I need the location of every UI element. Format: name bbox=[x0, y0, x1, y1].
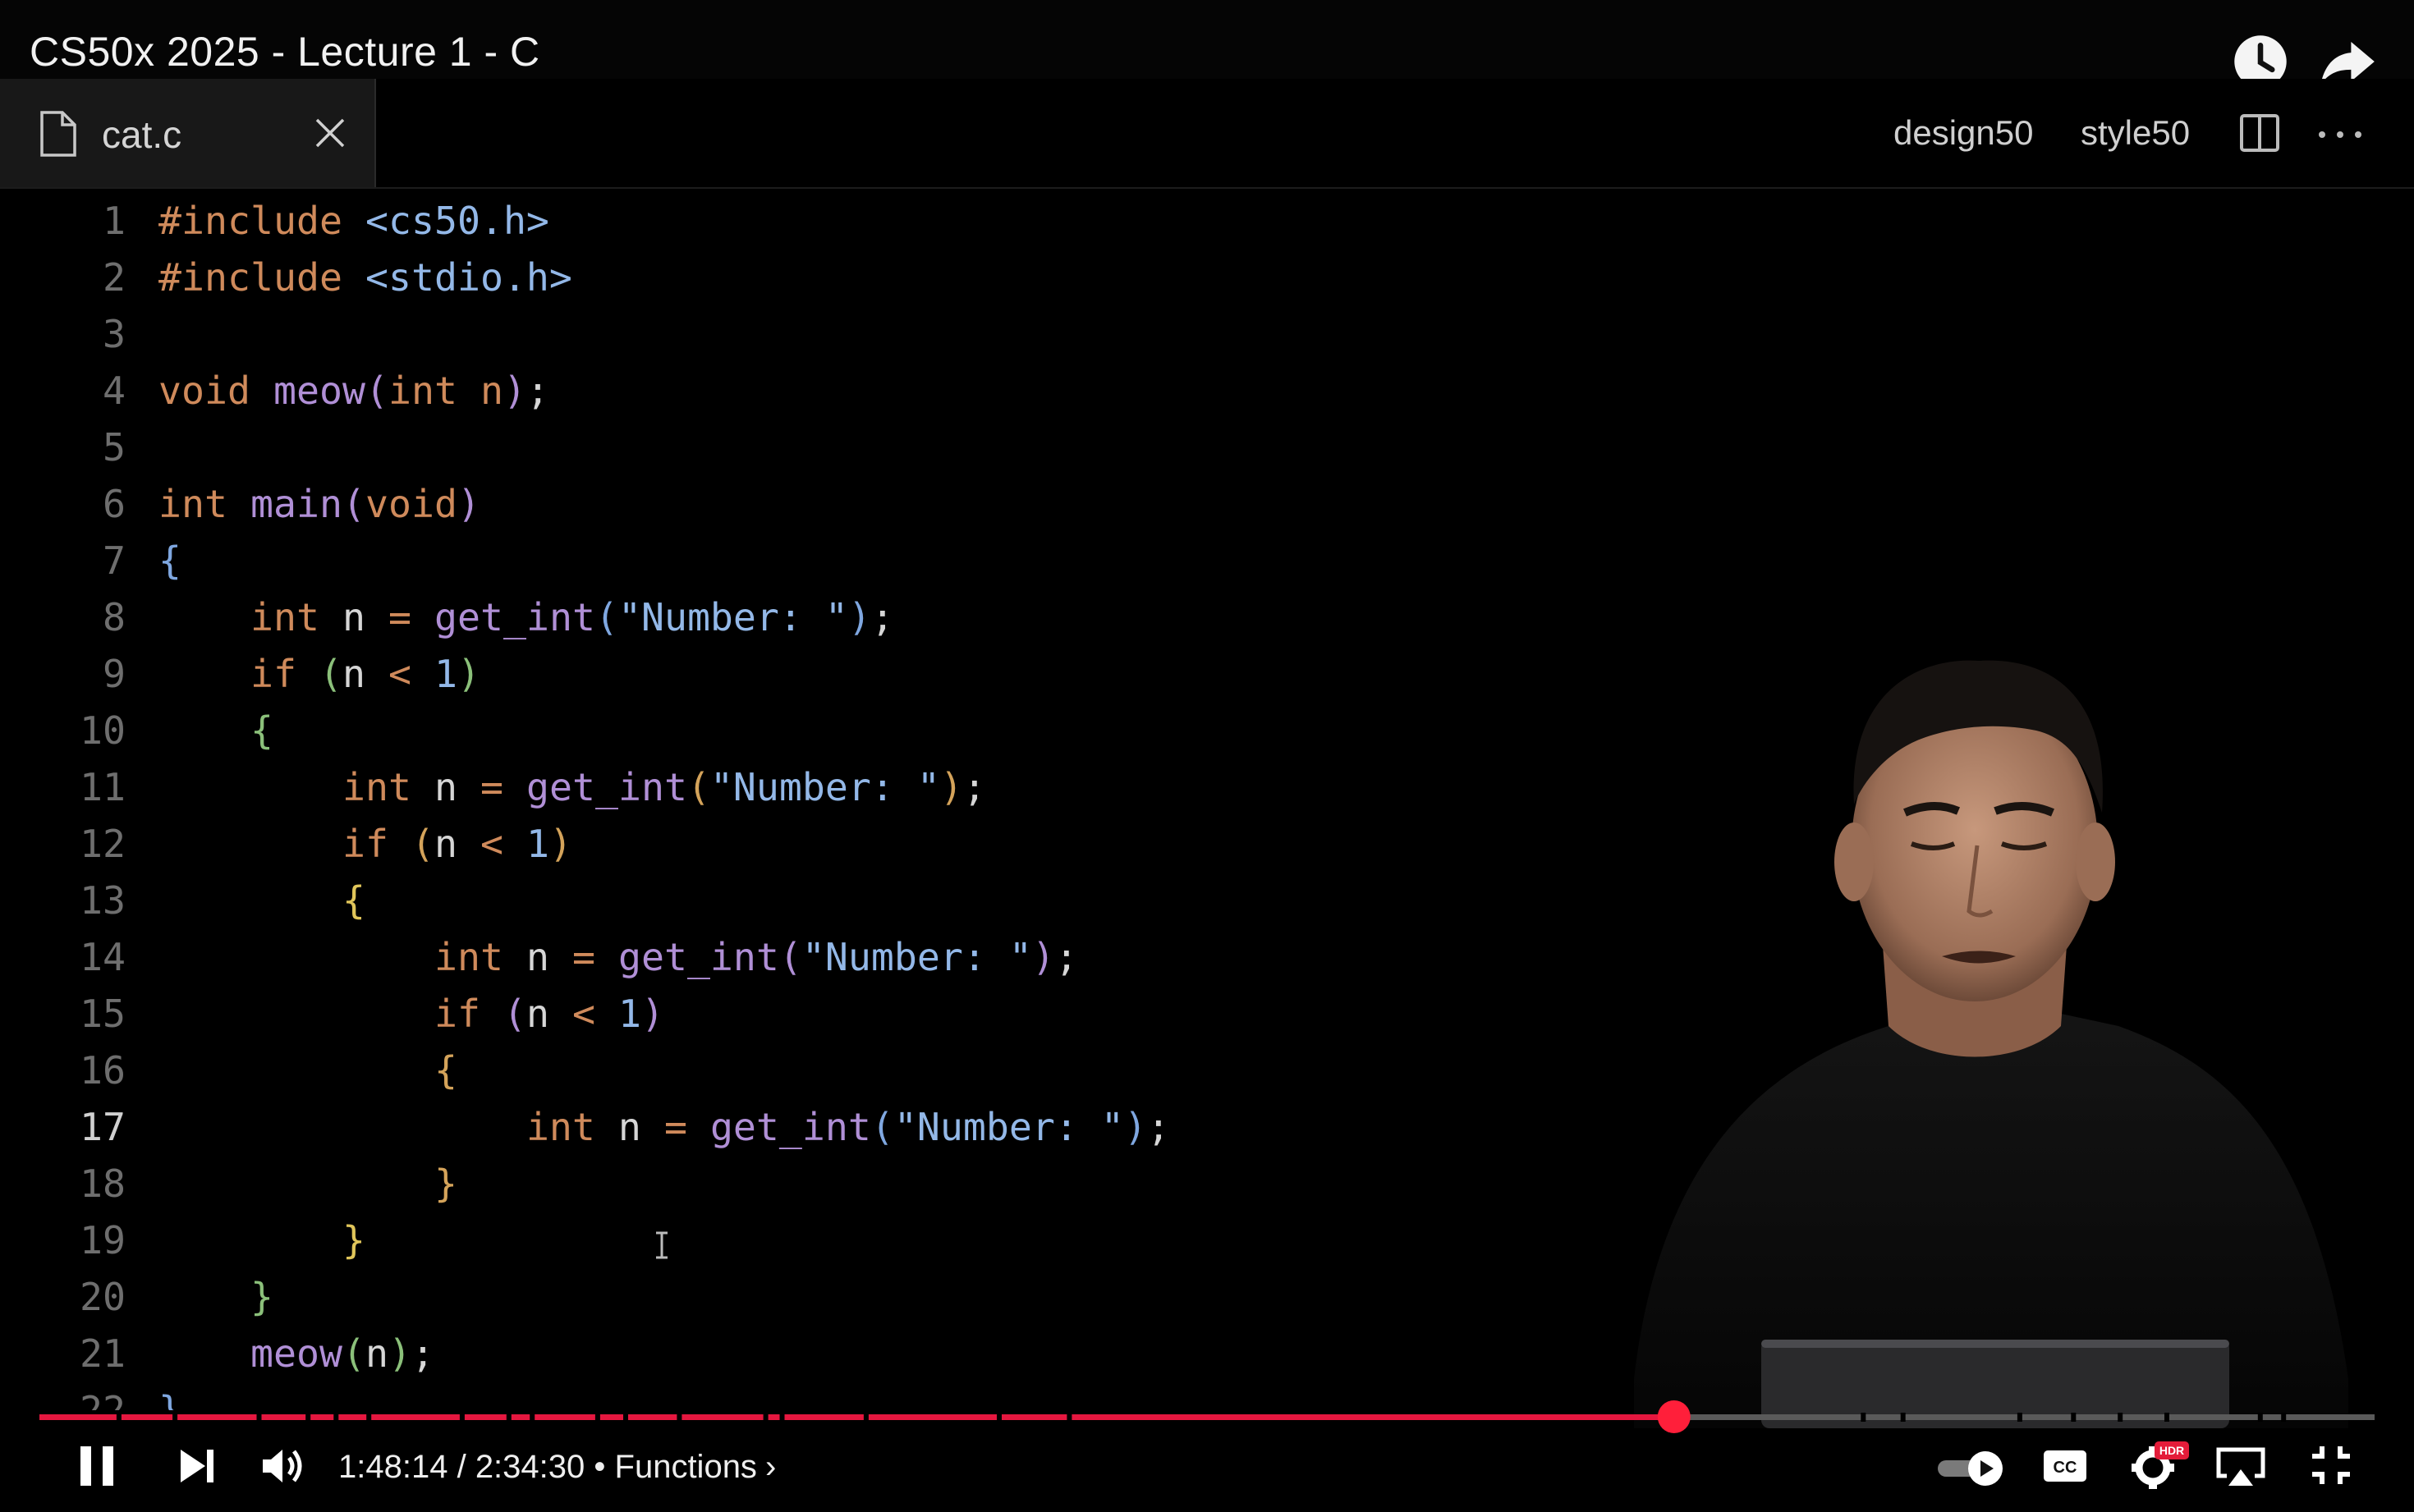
captions-icon[interactable]: CC bbox=[2043, 1450, 2087, 1482]
time-separator: / bbox=[447, 1449, 475, 1485]
code-line: 11 int n = get_int("Number: "); bbox=[0, 765, 1724, 821]
line-number: 1 bbox=[103, 199, 126, 243]
hdr-badge: HDR bbox=[2159, 1444, 2184, 1457]
line-number: 20 bbox=[80, 1275, 126, 1319]
code-text: if (n < 1) bbox=[434, 992, 664, 1036]
code-text: int main(void) bbox=[158, 482, 480, 526]
code-text: { bbox=[250, 708, 273, 753]
airplay-icon[interactable] bbox=[2215, 1446, 2266, 1487]
line-number: 12 bbox=[80, 822, 126, 866]
code-text: int n = get_int("Number: "); bbox=[434, 935, 1078, 979]
duration: 2:34:30 bbox=[475, 1449, 585, 1485]
line-number: 18 bbox=[80, 1161, 126, 1206]
editor-tab-cat-c[interactable]: cat.c bbox=[0, 79, 376, 187]
player-controls: 1:48:14 / 2:34:30 • Functions › CC HDR bbox=[0, 1428, 2414, 1512]
code-text: } bbox=[434, 1161, 457, 1206]
video-title-bar: CS50x 2025 - Lecture 1 - C bbox=[0, 0, 2414, 88]
code-text: { bbox=[158, 538, 181, 583]
line-number: 14 bbox=[80, 935, 126, 979]
pause-icon[interactable] bbox=[77, 1445, 117, 1487]
split-editor-icon[interactable] bbox=[2238, 112, 2281, 154]
line-number: 4 bbox=[103, 369, 126, 413]
design50-button[interactable]: design50 bbox=[1893, 113, 2033, 153]
line-number: 8 bbox=[103, 595, 126, 639]
code-line: 19 } bbox=[0, 1218, 1724, 1274]
code-text: void meow(int n); bbox=[158, 369, 549, 413]
code-line: 1 #include <cs50.h> bbox=[0, 199, 1724, 254]
code-text: #include <cs50.h> bbox=[158, 199, 549, 243]
style50-button[interactable]: style50 bbox=[2081, 113, 2190, 153]
line-number: 9 bbox=[103, 652, 126, 696]
code-line: 10 { bbox=[0, 708, 1724, 764]
line-number: 17 bbox=[80, 1105, 126, 1149]
code-text: int n = get_int("Number: "); bbox=[525, 1105, 1170, 1149]
line-number: 6 bbox=[103, 482, 126, 526]
line-number: 15 bbox=[80, 992, 126, 1036]
code-line-active: 17 int n = get_int("Number: "); bbox=[0, 1105, 1724, 1161]
line-number: 13 bbox=[80, 878, 126, 923]
next-icon[interactable] bbox=[179, 1448, 215, 1484]
code-line: 7 { bbox=[0, 538, 1724, 594]
close-icon[interactable] bbox=[312, 115, 348, 151]
code-line: 14 int n = get_int("Number: "); bbox=[0, 935, 1724, 991]
code-line: 15 if (n < 1) bbox=[0, 992, 1724, 1047]
volume-icon[interactable] bbox=[261, 1446, 305, 1486]
line-number: 7 bbox=[103, 538, 126, 583]
file-icon bbox=[40, 111, 76, 157]
line-number: 10 bbox=[80, 708, 126, 753]
more-actions-icon[interactable] bbox=[2315, 130, 2365, 140]
code-line: 13 { bbox=[0, 878, 1724, 934]
code-text: int n = get_int("Number: "); bbox=[250, 595, 894, 639]
line-number: 3 bbox=[103, 312, 126, 356]
code-line: 20 } bbox=[0, 1275, 1724, 1331]
code-text: int n = get_int("Number: "); bbox=[342, 765, 986, 809]
line-number: 21 bbox=[80, 1331, 126, 1376]
time-display: 1:48:14 / 2:34:30 • Functions › bbox=[338, 1449, 776, 1486]
code-text: meow(n); bbox=[250, 1331, 434, 1376]
tab-label: cat.c bbox=[102, 113, 182, 156]
code-line: 5 bbox=[0, 425, 1724, 481]
code-line: 12 if (n < 1) bbox=[0, 822, 1724, 877]
code-line: 21 meow(n); bbox=[0, 1331, 1724, 1387]
autoplay-toggle-icon[interactable] bbox=[1936, 1450, 2007, 1487]
chapter-separator: • bbox=[585, 1449, 615, 1485]
code-line: 2 #include <stdio.h> bbox=[0, 255, 1724, 311]
code-line: 3 bbox=[0, 312, 1724, 368]
current-time: 1:48:14 bbox=[338, 1449, 448, 1485]
line-number: 19 bbox=[80, 1218, 126, 1262]
line-number: 11 bbox=[80, 765, 126, 809]
code-text: } bbox=[342, 1218, 365, 1262]
code-line: 9 if (n < 1) bbox=[0, 652, 1724, 708]
code-text: { bbox=[342, 878, 365, 923]
line-number: 2 bbox=[103, 255, 126, 300]
editor-tab-bar: cat.c design50 style50 bbox=[0, 79, 2414, 189]
captions-label: CC bbox=[2054, 1459, 2077, 1477]
code-line: 18 } bbox=[0, 1161, 1724, 1217]
code-text: if (n < 1) bbox=[250, 652, 480, 696]
chapter-chevron[interactable]: › bbox=[765, 1449, 776, 1485]
line-number: 5 bbox=[103, 425, 126, 470]
settings-gear-icon[interactable]: HDR bbox=[2130, 1440, 2191, 1489]
code-line: 8 int n = get_int("Number: "); bbox=[0, 595, 1724, 651]
presenter-video-overlay bbox=[1634, 660, 2348, 1428]
code-text: { bbox=[434, 1048, 457, 1093]
code-line: 4 void meow(int n); bbox=[0, 369, 1724, 424]
text-cursor-icon bbox=[656, 1231, 668, 1259]
code-text: } bbox=[250, 1275, 273, 1319]
code-line: 16 { bbox=[0, 1048, 1724, 1104]
exit-fullscreen-icon[interactable] bbox=[2311, 1445, 2352, 1486]
line-number: 16 bbox=[80, 1048, 126, 1093]
code-line: 6 int main(void) bbox=[0, 482, 1724, 538]
code-text: #include <stdio.h> bbox=[158, 255, 572, 300]
code-text: if (n < 1) bbox=[342, 822, 572, 866]
chapter-title[interactable]: Functions bbox=[615, 1449, 757, 1485]
video-title[interactable]: CS50x 2025 - Lecture 1 - C bbox=[30, 28, 540, 76]
